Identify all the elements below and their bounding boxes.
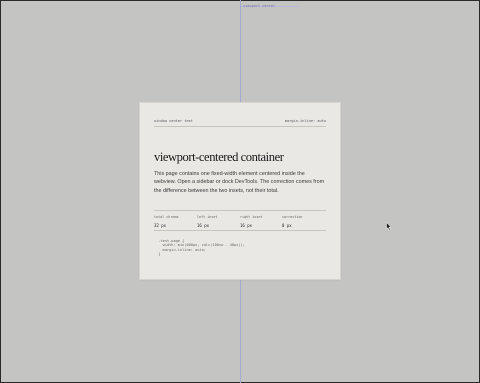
stat-label: left inset (197, 215, 218, 219)
stat-value: 16 px (240, 223, 253, 228)
stat-value: 0 px (282, 223, 292, 228)
stat-label: correction (282, 215, 303, 219)
header-divider (154, 126, 326, 127)
stat-left-inset: left inset 16 px (197, 215, 217, 228)
stat-right-inset: right inset 16 px (240, 215, 262, 228)
stat-total-chrome: total chrome 32 px (154, 215, 179, 228)
stats-top-divider (154, 210, 326, 211)
stat-correction: correction 0 px (282, 215, 302, 228)
stats-bottom-divider (154, 230, 326, 231)
css-code-snippet: .test-page { width: min(600px, calc(100v… (158, 239, 245, 257)
arrow-cursor-icon (386, 222, 392, 231)
viewport-center-label: viewport center (243, 4, 276, 8)
stat-label: right inset (240, 215, 263, 219)
stat-label: total chrome (154, 215, 179, 219)
description-text: This page contains one fixed-width eleme… (154, 171, 325, 194)
centered-container-card: window center test margin-inline: auto v… (140, 103, 340, 279)
card-caption-right: margin-inline: auto (284, 119, 326, 123)
stat-value: 16 px (197, 223, 210, 228)
stat-value: 32 px (154, 223, 167, 228)
page-title: viewport-centered container (154, 150, 284, 164)
card-caption-left: window center test (154, 119, 193, 123)
